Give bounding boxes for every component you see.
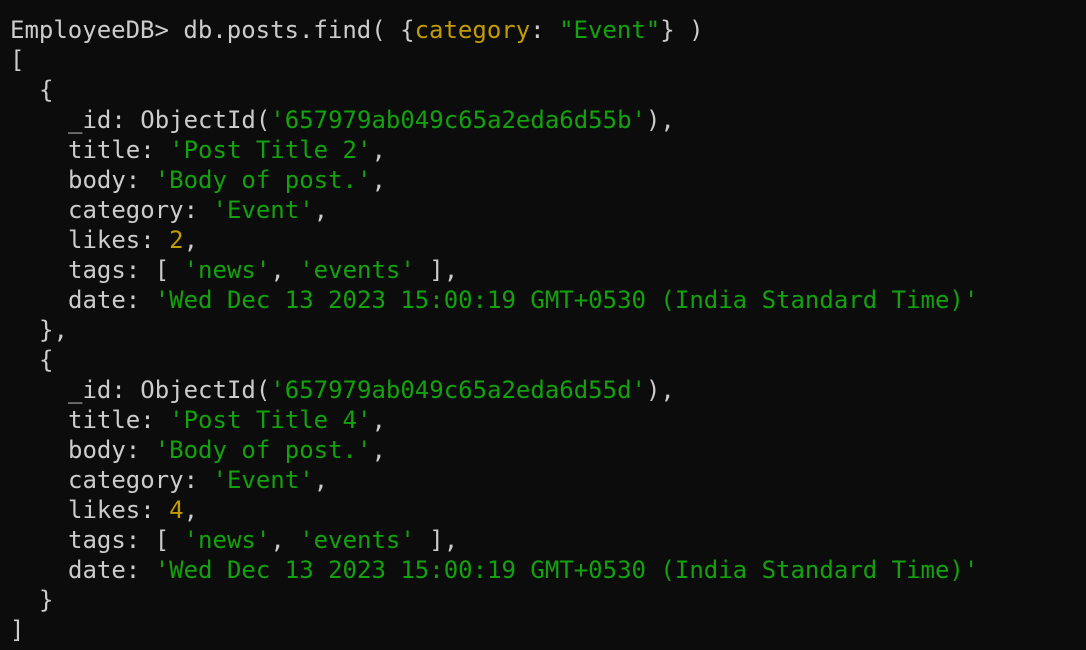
command-prefix: db.posts.find( { <box>183 16 415 44</box>
field-value: '657979ab049c65a2eda6d55d' <box>270 376 646 404</box>
field-id: _id: ObjectId('657979ab049c65a2eda6d55d'… <box>10 375 1086 405</box>
objectid-open: ObjectId( <box>140 376 271 404</box>
field-category: category: 'Event', <box>10 465 1086 495</box>
field-key: tags: <box>68 256 155 284</box>
objectid-open: ObjectId( <box>140 106 271 134</box>
query-key: category <box>414 16 531 44</box>
field-key: body: <box>68 166 155 194</box>
tags-open: [ <box>154 526 184 554</box>
field-value: '657979ab049c65a2eda6d55b' <box>270 106 646 134</box>
field-tags: tags: [ 'news', 'events' ], <box>10 525 1086 555</box>
field-key: title: <box>68 136 170 164</box>
field-key: _id: <box>68 106 141 134</box>
document-close: } <box>39 586 54 614</box>
command-suffix: } ) <box>660 16 704 44</box>
field-date: date: 'Wed Dec 13 2023 15:00:19 GMT+0530… <box>10 555 1086 585</box>
field-key: category: <box>68 466 213 494</box>
field-value: 'Body of post.' <box>154 436 372 464</box>
tag-value: 'news' <box>183 526 271 554</box>
field-tags: tags: [ 'news', 'events' ], <box>10 255 1086 285</box>
tag-value: 'events' <box>299 256 415 284</box>
field-key: _id: <box>68 376 141 404</box>
field-category: category: 'Event', <box>10 195 1086 225</box>
field-value: 2 <box>169 226 184 254</box>
field-key: likes: <box>68 496 170 524</box>
comma: , <box>183 496 199 524</box>
field-value: 'Wed Dec 13 2023 15:00:19 GMT+0530 (Indi… <box>154 556 979 584</box>
field-key: date: <box>68 286 155 314</box>
document-open: { <box>39 76 54 104</box>
field-key: likes: <box>68 226 170 254</box>
command-line: EmployeeDB> db.posts.find( {category: "E… <box>10 15 1086 45</box>
tags-open: [ <box>154 256 184 284</box>
document-close: }, <box>39 316 68 344</box>
tag-value: 'news' <box>183 256 271 284</box>
query-value: "Event" <box>559 16 661 44</box>
field-date: date: 'Wed Dec 13 2023 15:00:19 GMT+0530… <box>10 285 1086 315</box>
objectid-close: ), <box>645 376 675 404</box>
field-likes: likes: 2, <box>10 225 1086 255</box>
field-value: 'Wed Dec 13 2023 15:00:19 GMT+0530 (Indi… <box>154 286 979 314</box>
field-value: 'Event' <box>212 196 314 224</box>
query-colon: : <box>530 16 560 44</box>
comma: , <box>371 136 386 164</box>
field-key: category: <box>68 196 213 224</box>
shell-prompt: EmployeeDB> <box>10 16 184 44</box>
array-close: ] <box>10 616 25 644</box>
field-key: title: <box>68 406 170 434</box>
comma: , <box>313 196 329 224</box>
comma: , <box>371 436 386 464</box>
tag-value: 'events' <box>299 526 415 554</box>
field-body: body: 'Body of post.', <box>10 165 1086 195</box>
tags-close: ], <box>414 256 459 284</box>
field-title: title: 'Post Title 2', <box>10 135 1086 165</box>
document-open: { <box>39 346 54 374</box>
field-value: 'Body of post.' <box>154 166 372 194</box>
field-key: date: <box>68 556 155 584</box>
field-key: tags: <box>68 526 155 554</box>
comma: , <box>183 226 199 254</box>
comma: , <box>313 466 329 494</box>
field-value: 'Post Title 4' <box>169 406 372 434</box>
field-title: title: 'Post Title 4', <box>10 405 1086 435</box>
field-value: 'Post Title 2' <box>169 136 372 164</box>
field-key: body: <box>68 436 155 464</box>
tags-separator: , <box>270 256 300 284</box>
comma: , <box>371 166 386 194</box>
field-value: 'Event' <box>212 466 314 494</box>
comma: , <box>371 406 386 434</box>
array-open: [ <box>10 46 25 74</box>
objectid-close: ), <box>645 106 675 134</box>
field-body: body: 'Body of post.', <box>10 435 1086 465</box>
field-id: _id: ObjectId('657979ab049c65a2eda6d55b'… <box>10 105 1086 135</box>
tags-close: ], <box>414 526 459 554</box>
field-likes: likes: 4, <box>10 495 1086 525</box>
field-value: 4 <box>169 496 184 524</box>
terminal-window[interactable]: EmployeeDB> db.posts.find( {category: "E… <box>0 0 1086 650</box>
tags-separator: , <box>270 526 300 554</box>
